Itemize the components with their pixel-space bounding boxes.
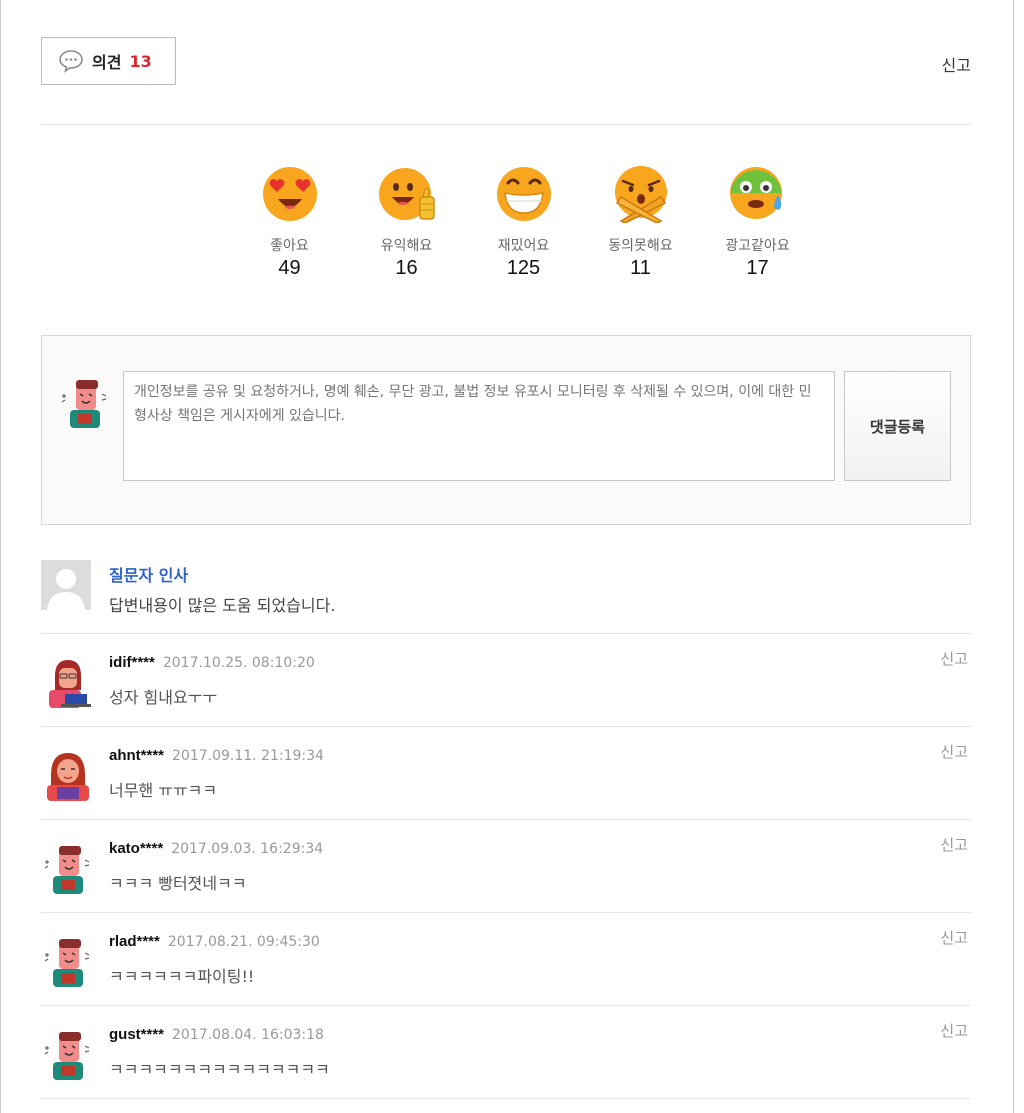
comment-text: ㅋㅋㅋㅋㅋㅋㅋㅋㅋㅋㅋㅋㅋㅋㅋ [109,1060,330,1079]
comment-username[interactable]: gust**** [109,1026,164,1043]
opinion-label: 의견 [92,53,122,72]
comment-author[interactable]: idif**** 2017.10.25. 08:10:20 [109,654,315,671]
comment-text: ㅋㅋㅋ 빵터졋네ㅋㅋ [109,874,247,893]
report-link[interactable]: 신고 [940,648,968,669]
reaction-label: 좋아요 [270,238,309,254]
reaction-like[interactable]: 좋아요 49 [231,163,348,280]
reaction-count: 125 [506,257,541,279]
reaction-fun[interactable]: 재밌어요 125 [465,163,582,280]
comment-list: idif**** 2017.10.25. 08:10:20 성자 힘내요ㅜㅜ 신고… [41,634,971,1099]
comment-item: idif**** 2017.10.25. 08:10:20 성자 힘내요ㅜㅜ 신고 [41,634,971,727]
comment-username[interactable]: rlad**** [109,933,160,950]
reaction-count: 49 [278,257,301,279]
man-laughing-avatar [44,939,90,987]
divider [41,124,971,125]
reaction-count: 11 [630,257,651,279]
avatar [41,560,91,610]
report-link[interactable]: 신고 [940,834,968,855]
report-link[interactable]: 신고 [942,52,971,76]
comment-username[interactable]: idif**** [109,654,155,671]
reaction-count: 17 [746,257,769,279]
reaction-label: 유익해요 [380,238,433,254]
greeting-message: 답변내용이 많은 도움 되었습니다. [109,596,336,615]
man-laughing-avatar [44,846,90,894]
reaction-label: 동의못해요 [608,238,673,254]
reaction-ad[interactable]: 광고같아요 17 [699,163,816,280]
comment-item: kato**** 2017.09.03. 16:29:34 ㅋㅋㅋ 빵터졋네ㅋㅋ … [41,820,971,913]
comment-item: gust**** 2017.08.04. 16:03:18 ㅋㅋㅋㅋㅋㅋㅋㅋㅋㅋㅋ… [41,1006,971,1099]
woman-laptop-avatar [49,660,91,708]
speech-bubble-icon [59,50,83,73]
comment-text: 성자 힘내요ㅜㅜ [109,688,218,707]
man-laughing-avatar [61,380,107,428]
opinion-button[interactable]: 의견 13 [41,37,176,85]
comment-date: 2017.08.21. 09:45:30 [167,934,320,950]
grin-face-icon [496,167,551,221]
comment-username[interactable]: ahnt**** [109,747,164,764]
comment-author[interactable]: ahnt**** 2017.09.11. 21:19:34 [109,747,324,764]
comment-text: 너무핸 ㅠㅠㅋㅋ [109,781,218,800]
comment-item: rlad**** 2017.08.21. 09:45:30 ㅋㅋㅋㅋㅋㅋ파이팅!!… [41,913,971,1006]
comment-date: 2017.08.04. 16:03:18 [172,1027,324,1043]
report-link[interactable]: 신고 [940,1020,968,1041]
submit-comment-button[interactable]: 댓글등록 [844,371,951,481]
opinion-count: 13 [129,51,152,71]
sick-face-icon [729,167,782,219]
reaction-count: 16 [395,257,418,279]
report-link[interactable]: 신고 [940,741,968,762]
reaction-useful[interactable]: 유익해요 16 [348,163,465,280]
heart-eyes-icon [262,167,317,221]
crossed-arms-face-icon [614,166,667,223]
comment-author[interactable]: gust**** 2017.08.04. 16:03:18 [109,1026,324,1043]
comment-item: ahnt**** 2017.09.11. 21:19:34 너무핸 ㅠㅠㅋㅋ 신고 [41,727,971,820]
user-silhouette-icon [47,569,85,610]
comment-author[interactable]: kato**** 2017.09.03. 16:29:34 [109,840,323,857]
comment-input[interactable] [123,371,835,481]
reaction-disagree[interactable]: 동의못해요 11 [582,163,699,280]
woman-book-avatar [47,753,89,801]
comment-text: ㅋㅋㅋㅋㅋㅋ파이팅!! [109,967,255,986]
report-link[interactable]: 신고 [940,927,968,948]
comment-date: 2017.10.25. 08:10:20 [162,655,315,671]
comment-date: 2017.09.03. 16:29:34 [171,841,324,857]
comment-author[interactable]: rlad**** 2017.08.21. 09:45:30 [109,933,320,950]
reaction-label: 광고같아요 [725,238,790,254]
man-laughing-avatar [44,1032,90,1080]
thumbs-up-face-icon [378,168,435,220]
reaction-bar: 좋아요 49 유익해요 16 재밌어요 125 동의못해요 11 광고같아요 1… [231,163,816,280]
greeting-title: 질문자 인사 [109,566,189,585]
reaction-label: 재밌어요 [497,238,550,254]
comment-date: 2017.09.11. 21:19:34 [172,748,324,764]
asker-greeting: 질문자 인사 답변내용이 많은 도움 되었습니다. [41,558,971,634]
comment-write-box: 댓글등록 [41,335,971,525]
comment-username[interactable]: kato**** [109,840,163,857]
